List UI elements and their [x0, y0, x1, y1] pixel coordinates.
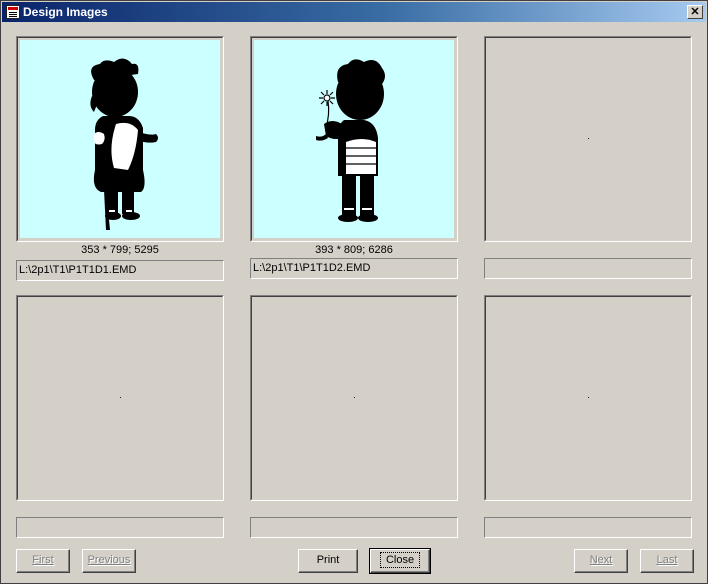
previous-button[interactable]: Previous	[82, 549, 136, 573]
image-1-canvas	[20, 40, 220, 238]
first-button[interactable]: First	[16, 549, 70, 573]
image-panel-6[interactable]	[484, 295, 692, 501]
image-2-canvas	[254, 40, 454, 238]
image-panel-1[interactable]	[16, 36, 224, 242]
print-button[interactable]: Print	[298, 549, 358, 573]
boy-with-flower-silhouette-image	[316, 59, 385, 222]
image-1-dimensions: 353 * 799; 5295	[81, 244, 159, 256]
design-images-window: Design Images ✕ 353 * 799; 5295 L:\2p1\T…	[0, 0, 708, 584]
window-title: Design Images	[23, 5, 108, 19]
close-button[interactable]: Close	[369, 548, 431, 574]
title-bar[interactable]: Design Images ✕	[2, 2, 706, 22]
last-button[interactable]: Last	[640, 549, 694, 573]
app-icon	[6, 5, 20, 19]
image-6-path	[484, 517, 692, 538]
image-1-path: L:\2p1\T1\P1T1D1.EMD	[16, 260, 224, 281]
image-2-dimensions: 393 * 809; 6286	[315, 244, 393, 256]
next-button[interactable]: Next	[574, 549, 628, 573]
image-5-path	[250, 517, 458, 538]
image-panel-3[interactable]	[484, 36, 692, 242]
image-panel-5[interactable]	[250, 295, 458, 501]
image-panel-4[interactable]	[16, 295, 224, 501]
image-2-path: L:\2p1\T1\P1T1D2.EMD	[250, 258, 458, 279]
image-panel-2[interactable]	[250, 36, 458, 242]
girl-silhouette-image	[90, 58, 158, 230]
image-4-path	[16, 517, 224, 538]
close-window-icon[interactable]: ✕	[687, 5, 703, 19]
image-3-path	[484, 258, 692, 279]
